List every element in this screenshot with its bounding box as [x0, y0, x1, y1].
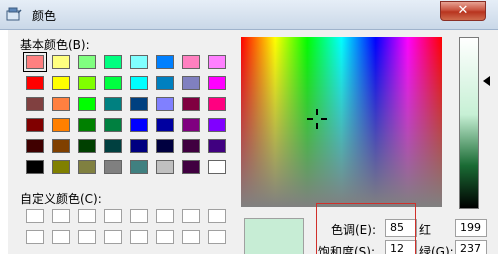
- custom-color-swatch[interactable]: [78, 230, 96, 244]
- basic-color-swatch[interactable]: [78, 76, 96, 90]
- basic-color-swatch[interactable]: [130, 97, 148, 111]
- basic-color-swatch[interactable]: [78, 118, 96, 132]
- basic-color-swatch[interactable]: [182, 55, 200, 69]
- basic-color-swatch[interactable]: [104, 97, 122, 111]
- highlight-box: [316, 203, 416, 254]
- basic-color-swatch[interactable]: [104, 139, 122, 153]
- basic-color-swatch[interactable]: [52, 76, 70, 90]
- color-dialog: 基本颜色(B): 自定义颜色(C): 色调(E): 85 红 199 饱和度(S…: [8, 30, 498, 254]
- close-button[interactable]: ✕: [440, 1, 486, 21]
- custom-color-swatch[interactable]: [52, 230, 70, 244]
- basic-color-swatch[interactable]: [52, 160, 70, 174]
- basic-color-swatch[interactable]: [52, 118, 70, 132]
- basic-color-swatch[interactable]: [130, 118, 148, 132]
- basic-color-swatch[interactable]: [104, 76, 122, 90]
- basic-color-swatch[interactable]: [78, 139, 96, 153]
- basic-color-swatch[interactable]: [78, 55, 96, 69]
- basic-color-swatch[interactable]: [104, 55, 122, 69]
- luminance-arrow-icon[interactable]: [483, 76, 490, 86]
- basic-color-swatch[interactable]: [208, 160, 226, 174]
- crosshair-icon[interactable]: [307, 109, 327, 129]
- custom-color-swatch[interactable]: [156, 230, 174, 244]
- custom-color-swatch[interactable]: [208, 209, 226, 223]
- basic-color-swatch[interactable]: [156, 118, 174, 132]
- color-spectrum[interactable]: [241, 37, 442, 207]
- basic-color-swatch[interactable]: [26, 139, 44, 153]
- basic-color-swatch[interactable]: [130, 55, 148, 69]
- basic-color-swatch[interactable]: [23, 52, 47, 72]
- app-icon: [6, 6, 22, 22]
- red-label: 红: [419, 223, 432, 237]
- basic-color-swatch[interactable]: [26, 160, 44, 174]
- custom-color-swatch[interactable]: [104, 230, 122, 244]
- custom-colors-label: 自定义颜色(C):: [20, 192, 102, 206]
- basic-color-swatch[interactable]: [182, 97, 200, 111]
- basic-color-swatch[interactable]: [52, 139, 70, 153]
- basic-color-swatch[interactable]: [182, 160, 200, 174]
- custom-color-swatch[interactable]: [208, 230, 226, 244]
- title-bar: 颜色 ✕: [0, 0, 498, 30]
- basic-color-swatch[interactable]: [104, 160, 122, 174]
- basic-color-swatch[interactable]: [78, 160, 96, 174]
- basic-colors-label: 基本颜色(B):: [20, 38, 90, 52]
- basic-color-swatch[interactable]: [208, 76, 226, 90]
- custom-color-swatch[interactable]: [130, 230, 148, 244]
- window-title: 颜色: [32, 9, 57, 23]
- custom-color-swatch[interactable]: [78, 209, 96, 223]
- basic-color-swatch[interactable]: [130, 76, 148, 90]
- basic-color-swatch[interactable]: [104, 118, 122, 132]
- custom-color-swatch[interactable]: [52, 209, 70, 223]
- basic-color-swatch[interactable]: [208, 97, 226, 111]
- basic-color-swatch[interactable]: [52, 55, 70, 69]
- basic-color-swatch[interactable]: [156, 160, 174, 174]
- custom-color-swatch[interactable]: [130, 209, 148, 223]
- custom-color-swatch[interactable]: [156, 209, 174, 223]
- basic-color-swatch[interactable]: [52, 97, 70, 111]
- basic-color-swatch[interactable]: [156, 76, 174, 90]
- basic-color-swatch[interactable]: [182, 76, 200, 90]
- basic-color-swatch[interactable]: [26, 118, 44, 132]
- basic-color-swatch[interactable]: [182, 118, 200, 132]
- basic-color-swatch[interactable]: [26, 97, 44, 111]
- luminance-slider[interactable]: [459, 37, 479, 209]
- green-label: 绿(G):: [419, 245, 454, 254]
- spectrum-saturation-layer: [241, 37, 442, 207]
- custom-color-swatch[interactable]: [182, 230, 200, 244]
- basic-color-swatch[interactable]: [182, 139, 200, 153]
- custom-color-swatch[interactable]: [104, 209, 122, 223]
- basic-color-swatch[interactable]: [26, 76, 44, 90]
- basic-color-swatch[interactable]: [208, 118, 226, 132]
- basic-color-swatch[interactable]: [208, 139, 226, 153]
- basic-color-swatch[interactable]: [78, 97, 96, 111]
- custom-color-swatch[interactable]: [26, 230, 44, 244]
- basic-color-swatch[interactable]: [130, 160, 148, 174]
- basic-color-swatch[interactable]: [156, 97, 174, 111]
- basic-color-swatch[interactable]: [208, 55, 226, 69]
- basic-color-swatch[interactable]: [130, 139, 148, 153]
- custom-color-swatch[interactable]: [26, 209, 44, 223]
- green-field[interactable]: 237: [455, 240, 487, 254]
- basic-color-swatch[interactable]: [156, 55, 174, 69]
- custom-color-swatch[interactable]: [182, 209, 200, 223]
- red-field[interactable]: 199: [455, 219, 487, 237]
- basic-color-swatch[interactable]: [156, 139, 174, 153]
- color-preview: [244, 218, 304, 254]
